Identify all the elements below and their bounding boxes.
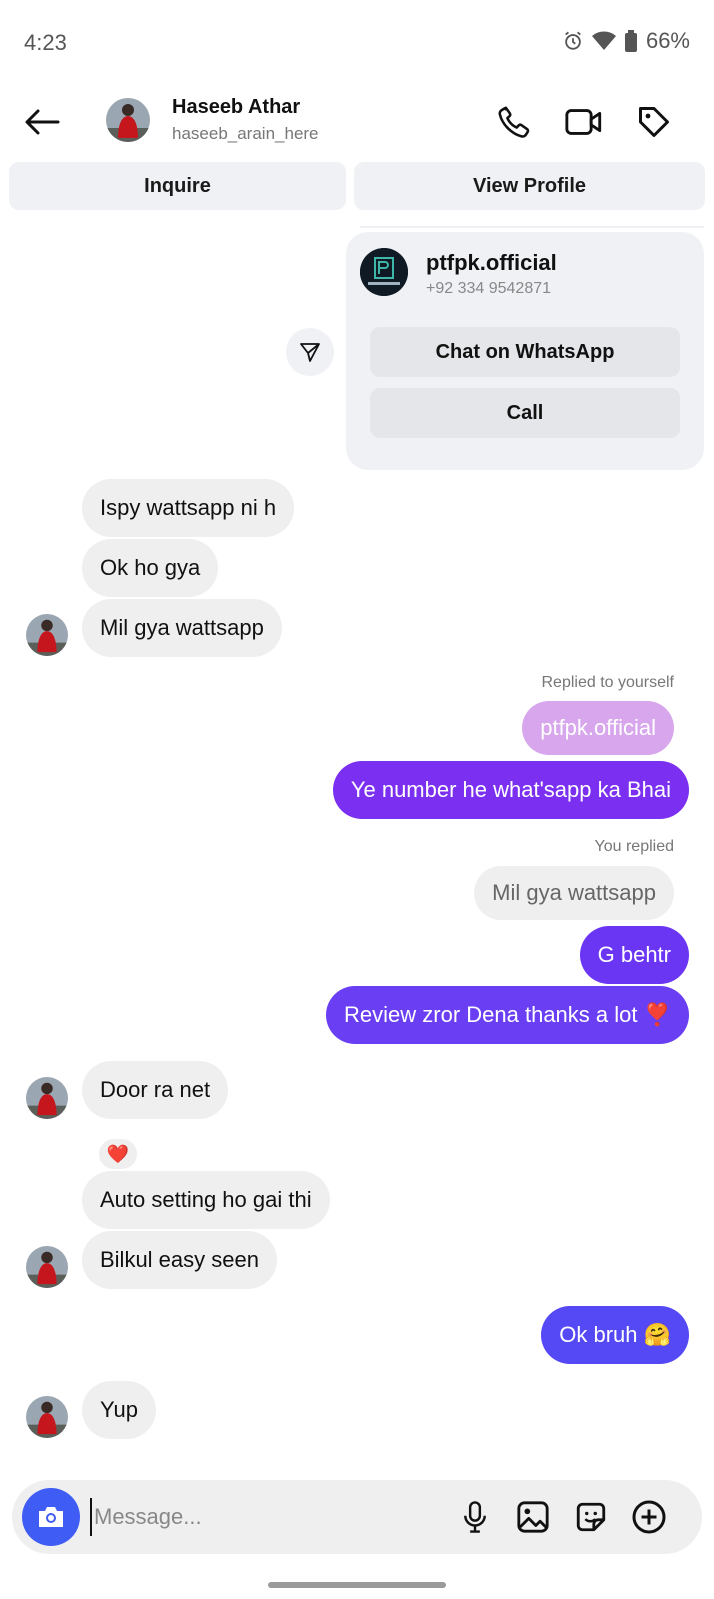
message-bubble-incoming[interactable]: Ispy wattsapp ni h: [82, 479, 295, 537]
camera-button[interactable]: [22, 1488, 80, 1546]
audio-call-button[interactable]: [492, 100, 536, 144]
wifi-icon: [591, 30, 616, 52]
message-bubble-outgoing[interactable]: Ok bruh 🤗: [541, 1306, 689, 1364]
battery-icon: [624, 30, 638, 52]
message-bubble-incoming[interactable]: Auto setting ho gai thi: [82, 1171, 330, 1229]
message-composer: [12, 1480, 702, 1554]
chat-on-whatsapp-button[interactable]: Chat on WhatsApp: [370, 327, 680, 377]
message-bubble-incoming[interactable]: Yup: [82, 1381, 156, 1439]
chat-screen: 4:23 66% Haseeb Athar haseeb_arain_here: [0, 0, 714, 1599]
arrow-left-icon: [25, 109, 60, 135]
contact-name[interactable]: Haseeb Athar: [172, 96, 300, 119]
reply-quote[interactable]: ptfpk.official: [522, 701, 674, 755]
reply-label: Replied to yourself: [541, 674, 674, 691]
message-bubble-incoming[interactable]: Door ra net: [82, 1061, 229, 1119]
contact-username[interactable]: haseeb_arain_here: [172, 124, 319, 144]
message-bubble-outgoing[interactable]: Review zror Dena thanks a lot ❣️: [326, 986, 689, 1044]
gallery-icon: [517, 1501, 549, 1533]
shared-contact-card[interactable]: ptfpk.official +92 334 9542871 Chat on W…: [346, 232, 704, 470]
back-button[interactable]: [20, 100, 64, 144]
share-icon: [300, 343, 320, 362]
contact-logo: [360, 248, 408, 296]
share-button[interactable]: [286, 328, 334, 376]
call-button[interactable]: Call: [370, 388, 680, 438]
gallery-button[interactable]: [512, 1496, 554, 1538]
label-button[interactable]: [632, 100, 676, 144]
reaction-badge[interactable]: ❤️: [96, 1136, 140, 1172]
phone-icon: [498, 106, 530, 138]
battery-percent: 66%: [645, 28, 690, 53]
sticker-icon: [576, 1502, 606, 1532]
message-bubble-incoming[interactable]: Ok ho gya: [82, 539, 219, 597]
tag-icon: [639, 107, 669, 137]
avatar[interactable]: [26, 614, 68, 656]
reply-quote[interactable]: Mil gya wattsapp: [474, 866, 674, 920]
message-bubble-incoming[interactable]: Bilkul easy seen: [82, 1231, 277, 1289]
divider: [360, 226, 704, 228]
avatar[interactable]: [26, 1396, 68, 1438]
video-icon: [565, 109, 602, 135]
inquire-button[interactable]: Inquire: [9, 162, 346, 210]
plus-icon: [632, 1500, 666, 1534]
message-bubble-incoming[interactable]: Mil gya wattsapp: [82, 599, 282, 657]
voice-message-button[interactable]: [454, 1496, 496, 1538]
status-bar: 4:23 66%: [0, 0, 714, 82]
message-input[interactable]: [90, 1498, 430, 1536]
message-bubble-outgoing[interactable]: Ye number he what'sapp ka Bhai: [332, 761, 689, 819]
home-indicator[interactable]: [268, 1582, 446, 1588]
avatar[interactable]: [26, 1077, 68, 1119]
card-contact-name: ptfpk.official: [426, 250, 557, 275]
sticker-button[interactable]: [570, 1496, 612, 1538]
chat-header: Haseeb Athar haseeb_arain_here: [0, 82, 714, 160]
card-contact-phone: +92 334 9542871: [426, 280, 552, 297]
avatar[interactable]: [26, 1246, 68, 1288]
microphone-icon: [464, 1501, 486, 1533]
video-call-button[interactable]: [562, 100, 606, 144]
status-time: 4:23: [24, 30, 67, 55]
more-options-button[interactable]: [628, 1496, 670, 1538]
avatar[interactable]: [106, 98, 150, 142]
alarm-icon: [562, 30, 584, 52]
status-icons: 66%: [562, 28, 690, 54]
message-bubble-outgoing[interactable]: G behtr: [579, 926, 689, 984]
reply-label: You replied: [594, 838, 674, 855]
camera-icon: [39, 1507, 63, 1527]
view-profile-button[interactable]: View Profile: [354, 162, 705, 210]
